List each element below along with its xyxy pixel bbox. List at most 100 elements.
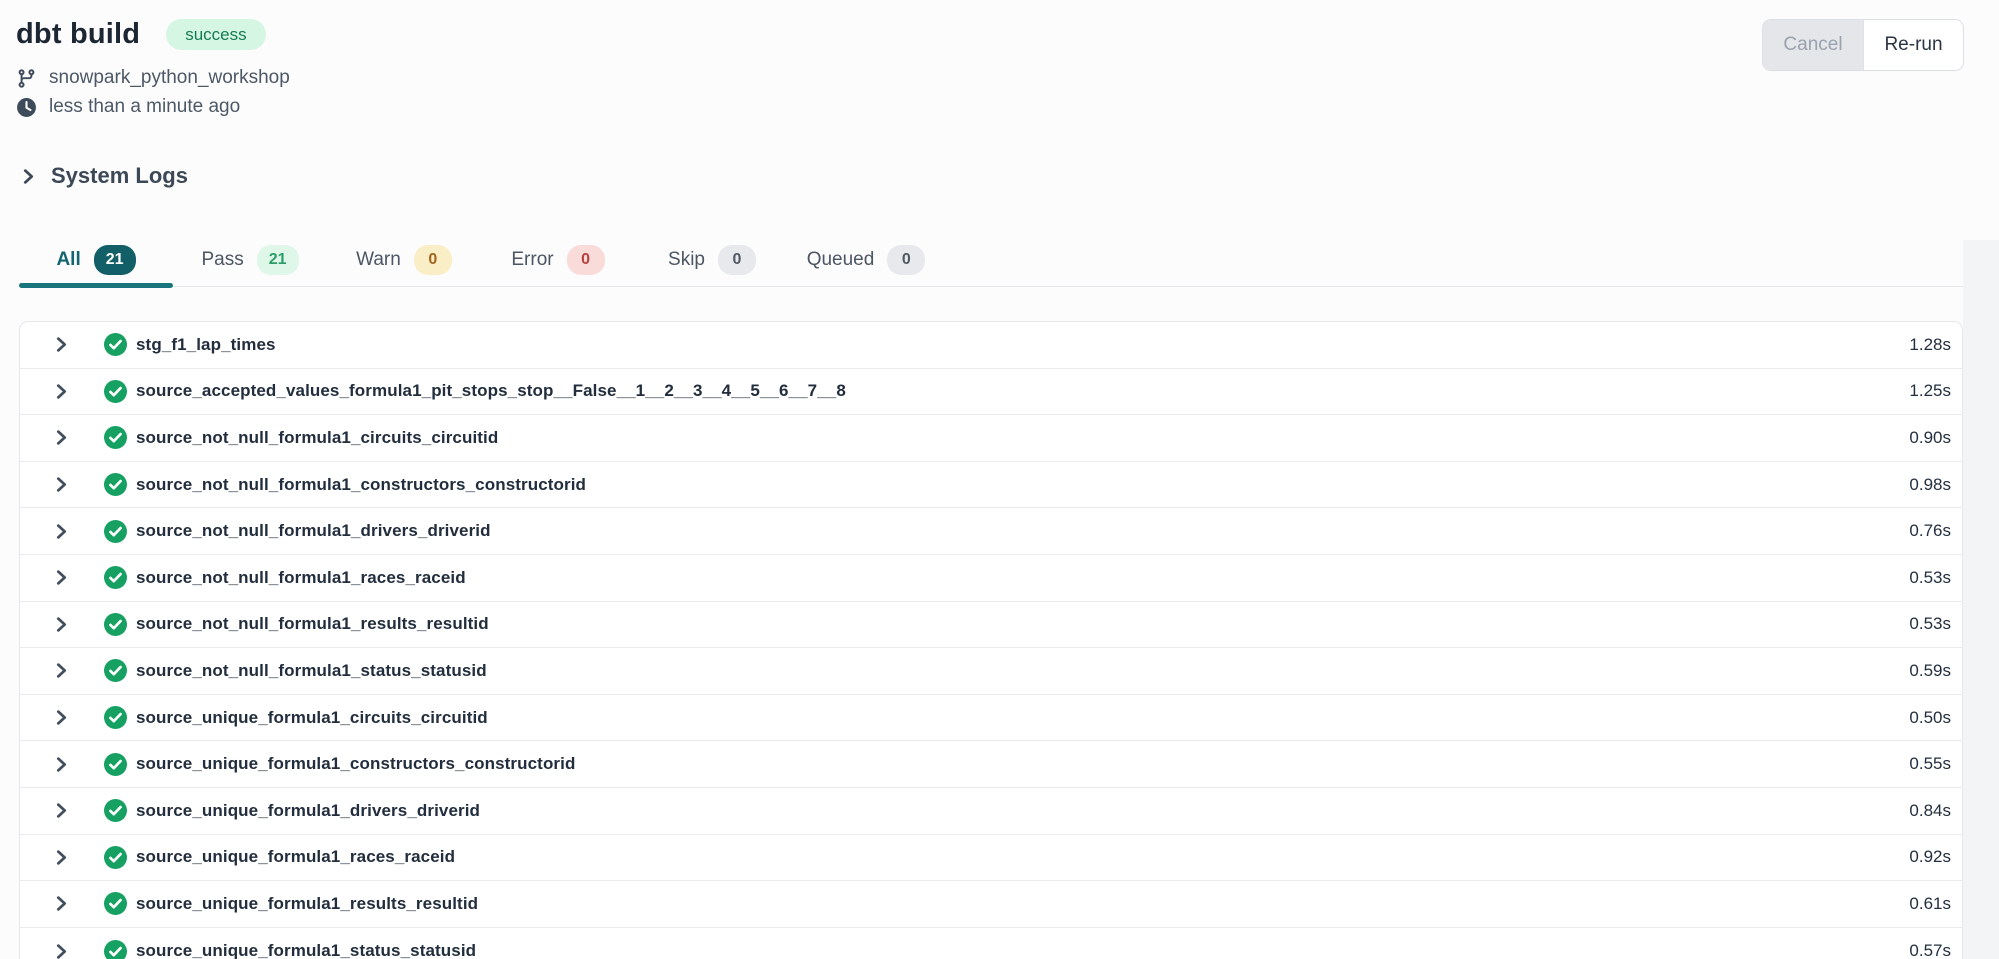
scroll-gutter xyxy=(1963,240,1999,959)
result-row-source_unique_formula1_races_raceid[interactable]: source_unique_formula1_races_raceid 0.92… xyxy=(20,835,1962,882)
expand-chevron-icon[interactable] xyxy=(53,383,70,400)
expand-chevron-icon[interactable] xyxy=(53,849,70,866)
rerun-button[interactable]: Re-run xyxy=(1863,20,1963,70)
result-row-source_not_null_formula1_circuits_circuitid[interactable]: source_not_null_formula1_circuits_circui… xyxy=(20,415,1962,462)
tab-label: Skip xyxy=(668,249,705,271)
result-duration: 0.61s xyxy=(1909,894,1951,914)
expand-chevron-icon[interactable] xyxy=(53,709,70,726)
pass-check-icon xyxy=(104,846,127,869)
result-row-source_accepted_values_formula1_pit_stops_stop__False__1__2__3__4__5__6__7__8[interactable]: source_accepted_values_formula1_pit_stop… xyxy=(20,369,1962,416)
result-name: stg_f1_lap_times xyxy=(136,335,276,355)
pass-check-icon xyxy=(104,520,127,543)
pass-check-icon xyxy=(104,706,127,729)
tab-label: Error xyxy=(511,249,553,271)
tab-all[interactable]: All 21 xyxy=(19,233,173,287)
tab-label: Pass xyxy=(201,249,243,271)
time-row: less than a minute ago xyxy=(16,96,1963,118)
result-row-source_not_null_formula1_drivers_driverid[interactable]: source_not_null_formula1_drivers_driveri… xyxy=(20,508,1962,555)
expand-chevron-icon[interactable] xyxy=(53,616,70,633)
result-name: source_unique_formula1_status_statusid xyxy=(136,941,476,959)
result-name: source_not_null_formula1_circuits_circui… xyxy=(136,428,498,448)
result-row-source_not_null_formula1_races_raceid[interactable]: source_not_null_formula1_races_raceid 0.… xyxy=(20,555,1962,602)
result-row-source_unique_formula1_results_resultid[interactable]: source_unique_formula1_results_resultid … xyxy=(20,881,1962,928)
clock-icon xyxy=(16,97,37,118)
result-name: source_unique_formula1_circuits_circuiti… xyxy=(136,708,488,728)
expand-chevron-icon[interactable] xyxy=(53,569,70,586)
result-row-source_not_null_formula1_constructors_constructorid[interactable]: source_not_null_formula1_constructors_co… xyxy=(20,462,1962,509)
system-logs-label: System Logs xyxy=(51,163,188,189)
result-duration: 0.98s xyxy=(1909,475,1951,495)
result-name: source_unique_formula1_constructors_cons… xyxy=(136,754,575,774)
result-duration: 0.92s xyxy=(1909,847,1951,867)
pass-check-icon xyxy=(104,613,127,636)
tab-count-badge: 0 xyxy=(718,245,756,275)
tab-error[interactable]: Error 0 xyxy=(481,233,635,287)
tab-count-badge: 0 xyxy=(414,245,452,275)
page-title: dbt build xyxy=(16,18,140,51)
run-header: dbt build success snowpark_python_worksh… xyxy=(16,18,1963,118)
run-actions: Cancel Re-run xyxy=(1763,20,1963,70)
result-row-source_unique_formula1_constructors_constructorid[interactable]: source_unique_formula1_constructors_cons… xyxy=(20,741,1962,788)
pass-check-icon xyxy=(104,333,127,356)
pass-check-icon xyxy=(104,426,127,449)
results-list: stg_f1_lap_times 1.28s source_accepted_v… xyxy=(19,321,1963,959)
expand-chevron-icon[interactable] xyxy=(53,429,70,446)
tab-count-badge: 0 xyxy=(567,245,605,275)
result-name: source_accepted_values_formula1_pit_stop… xyxy=(136,381,846,401)
result-duration: 0.84s xyxy=(1909,801,1951,821)
tab-count-badge: 0 xyxy=(887,245,925,275)
branch-name: snowpark_python_workshop xyxy=(49,67,290,89)
expand-chevron-icon[interactable] xyxy=(53,523,70,540)
tab-warn[interactable]: Warn 0 xyxy=(327,233,481,287)
pass-check-icon xyxy=(104,940,127,959)
tab-label: Queued xyxy=(807,249,875,271)
result-name: source_not_null_formula1_races_raceid xyxy=(136,568,466,588)
pass-check-icon xyxy=(104,566,127,589)
pass-check-icon xyxy=(104,380,127,403)
result-row-source_unique_formula1_status_statusid[interactable]: source_unique_formula1_status_statusid 0… xyxy=(20,928,1962,959)
system-logs-toggle[interactable]: System Logs xyxy=(20,163,188,189)
tab-skip[interactable]: Skip 0 xyxy=(635,233,789,287)
pass-check-icon xyxy=(104,753,127,776)
result-name: source_not_null_formula1_constructors_co… xyxy=(136,475,586,495)
status-badge: success xyxy=(166,19,265,50)
tab-queued[interactable]: Queued 0 xyxy=(789,233,943,287)
result-name: source_not_null_formula1_status_statusid xyxy=(136,661,487,681)
result-row-source_unique_formula1_circuits_circuitid[interactable]: source_unique_formula1_circuits_circuiti… xyxy=(20,695,1962,742)
expand-chevron-icon[interactable] xyxy=(53,943,70,959)
pass-check-icon xyxy=(104,473,127,496)
result-duration: 0.53s xyxy=(1909,568,1951,588)
expand-chevron-icon[interactable] xyxy=(53,802,70,819)
result-duration: 0.59s xyxy=(1909,661,1951,681)
expand-chevron-icon[interactable] xyxy=(53,662,70,679)
cancel-button[interactable]: Cancel xyxy=(1763,20,1863,70)
tab-label: All xyxy=(56,249,80,271)
run-time-ago: less than a minute ago xyxy=(49,96,240,118)
status-filter-tabs: All 21 Pass 21 Warn 0 Error 0 Skip 0 Que… xyxy=(19,233,1963,287)
tab-pass[interactable]: Pass 21 xyxy=(173,233,327,287)
pass-check-icon xyxy=(104,799,127,822)
expand-chevron-icon[interactable] xyxy=(53,336,70,353)
result-row-source_not_null_formula1_status_statusid[interactable]: source_not_null_formula1_status_statusid… xyxy=(20,648,1962,695)
branch-row: snowpark_python_workshop xyxy=(16,67,1963,89)
expand-chevron-icon[interactable] xyxy=(53,476,70,493)
result-name: source_unique_formula1_races_raceid xyxy=(136,847,455,867)
result-duration: 0.50s xyxy=(1909,708,1951,728)
expand-chevron-icon[interactable] xyxy=(53,756,70,773)
result-row-stg_f1_lap_times[interactable]: stg_f1_lap_times 1.28s xyxy=(20,322,1962,369)
expand-chevron-icon[interactable] xyxy=(53,895,70,912)
result-duration: 0.55s xyxy=(1909,754,1951,774)
result-name: source_unique_formula1_results_resultid xyxy=(136,894,478,914)
result-row-source_unique_formula1_drivers_driverid[interactable]: source_unique_formula1_drivers_driverid … xyxy=(20,788,1962,835)
result-row-source_not_null_formula1_results_resultid[interactable]: source_not_null_formula1_results_resulti… xyxy=(20,602,1962,649)
pass-check-icon xyxy=(104,659,127,682)
chevron-right-icon xyxy=(20,168,37,185)
result-name: source_not_null_formula1_drivers_driveri… xyxy=(136,521,491,541)
result-duration: 0.90s xyxy=(1909,428,1951,448)
result-name: source_not_null_formula1_results_resulti… xyxy=(136,614,489,634)
tab-count-badge: 21 xyxy=(257,245,299,275)
tab-count-badge: 21 xyxy=(94,245,136,275)
result-duration: 0.53s xyxy=(1909,614,1951,634)
tab-label: Warn xyxy=(356,249,401,271)
git-branch-icon xyxy=(16,68,37,89)
